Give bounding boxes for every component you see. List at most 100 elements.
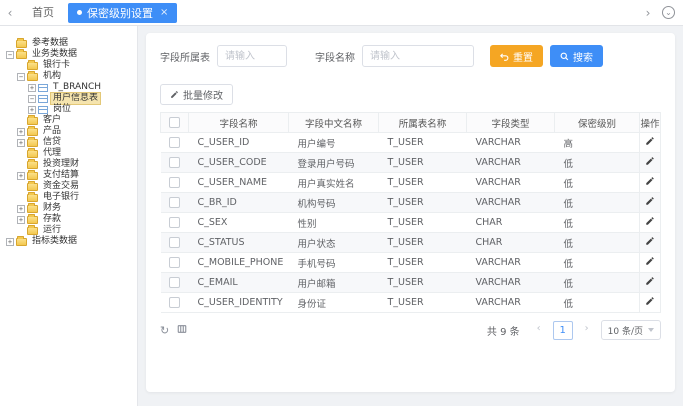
tree-item[interactable]: 运行 [4,225,135,236]
edit-icon[interactable] [645,296,655,306]
expand-icon[interactable]: + [17,139,25,147]
tree-item[interactable]: − 机构 [4,71,135,82]
tab-security-level-settings[interactable]: 保密级别设置 × [68,3,177,23]
field-type-cell: CHAR [467,233,555,253]
actions-cell [640,253,661,273]
tree-item[interactable]: + T_BRANCH [4,82,135,93]
page-size-select[interactable]: 10 条/页 [601,320,661,340]
field-cn-name-cell: 手机号码 [289,253,379,273]
tab-options-icon[interactable]: ⌄ [662,6,675,19]
tree-item-label: 参考数据 [30,38,70,49]
tree-item-label: 支付结算 [41,170,81,181]
field-cn-name-cell: 用户编号 [289,133,379,153]
tree-item-label: 存款 [41,214,63,225]
row-checkbox[interactable] [169,297,180,308]
tab-home[interactable]: 首页 [20,0,66,26]
field-cn-name-cell: 性别 [289,213,379,233]
tab-close-icon[interactable]: × [160,7,168,18]
tree-item-label: 业务类数据 [30,49,79,60]
tree-item-label: 机构 [41,71,63,82]
tree-item[interactable]: − 业务类数据 [4,49,135,60]
edit-icon[interactable] [645,236,655,246]
select-all-checkbox[interactable] [169,117,180,128]
edit-icon[interactable] [645,256,655,266]
actions-cell [640,233,661,253]
row-checkbox[interactable] [169,137,180,148]
tree-item[interactable]: 银行卡 [4,60,135,71]
row-checkbox[interactable] [169,277,180,288]
actions-cell [640,133,661,153]
field-cn-name-cell: 用户真实姓名 [289,173,379,193]
row-checkbox[interactable] [169,217,180,228]
edit-icon[interactable] [645,276,655,286]
row-checkbox[interactable] [169,237,180,248]
folder-icon [27,227,38,235]
expand-icon[interactable]: + [17,172,25,180]
field-cn-name-cell: 用户状态 [289,233,379,253]
edit-icon[interactable] [645,196,655,206]
secrecy-level-cell: 低 [555,193,640,213]
expand-icon[interactable]: + [17,216,25,224]
search-button[interactable]: 搜索 [550,45,603,67]
field-name-input[interactable] [362,45,474,67]
edit-icon[interactable] [645,176,655,186]
expand-icon[interactable]: + [17,205,25,213]
tree-item[interactable]: + 存款 [4,214,135,225]
actions-cell [640,173,661,193]
tree-item-label: 产品 [41,126,63,137]
expand-icon[interactable]: + [17,128,25,136]
field-type-cell: VARCHAR [467,133,555,153]
refresh-icon[interactable]: ↻ [160,325,169,336]
row-checkbox[interactable] [169,257,180,268]
content-area: 参考数据−业务类数据银行卡−机构+T_BRANCH−用户信息表+岗位客户+产品+… [0,26,683,406]
tree-item[interactable]: 代理 [4,148,135,159]
tree-item[interactable]: + 支付结算 [4,170,135,181]
tree-item[interactable]: 资金交易 [4,181,135,192]
expand-icon[interactable]: + [6,238,14,246]
column-header-field-type: 字段类型 [467,113,555,133]
tree-item[interactable]: +岗位 [4,104,135,115]
tree-item-label: T_BRANCH [51,82,103,93]
edit-icon[interactable] [645,136,655,146]
search-icon [560,52,569,61]
tree-item[interactable]: 电子银行 [4,192,135,203]
batch-edit-button[interactable]: 批量修改 [160,84,233,105]
tree-item[interactable]: 投资理财 [4,159,135,170]
tree-item[interactable]: +财务 [4,203,135,214]
expander-spacer [17,62,25,70]
collapse-icon[interactable]: − [17,73,25,81]
secrecy-level-cell: 低 [555,153,640,173]
expand-icon[interactable]: + [28,84,36,92]
tree-item[interactable]: +信贷 [4,137,135,148]
undo-icon [500,52,509,61]
column-settings-icon[interactable] [177,324,187,336]
row-checkbox[interactable] [169,177,180,188]
expand-icon[interactable]: + [28,106,36,114]
tree-item[interactable]: +指标类数据 [4,236,135,247]
next-page-button[interactable]: › [578,321,596,339]
row-checkbox[interactable] [169,197,180,208]
collapse-icon[interactable]: − [6,51,14,59]
tab-bar: ‹ 首页 保密级别设置 × › ⌄ [0,0,683,26]
edit-icon[interactable] [645,216,655,226]
field-table-input[interactable] [217,45,287,67]
reset-button[interactable]: 重置 [490,45,543,67]
folder-icon [27,183,38,191]
field-name-cell: C_SEX [189,213,289,233]
tree-item[interactable]: 客户 [4,115,135,126]
main-area: 字段所属表 字段名称 重置 搜索 [138,26,683,406]
collapse-icon[interactable]: − [28,95,36,103]
table-row: C_MOBILE_PHONE手机号码T_USERVARCHAR低 [161,253,661,273]
edit-icon[interactable] [645,156,655,166]
expander-spacer [17,117,25,125]
prev-page-button[interactable]: ‹ [530,321,548,339]
tab-scroll-left-icon[interactable]: ‹ [0,6,20,20]
tree-item[interactable]: −用户信息表 [4,93,135,104]
folder-icon [27,150,38,158]
tab-scroll-right-icon[interactable]: › [638,6,658,20]
tree-item[interactable]: 参考数据 [4,38,135,49]
fields-table: 字段名称 字段中文名称 所属表名称 字段类型 保密级别 操作 C_USER_ID… [160,112,661,313]
row-checkbox[interactable] [169,157,180,168]
page-1-button[interactable]: 1 [553,321,573,340]
tree-item[interactable]: + 产品 [4,126,135,137]
